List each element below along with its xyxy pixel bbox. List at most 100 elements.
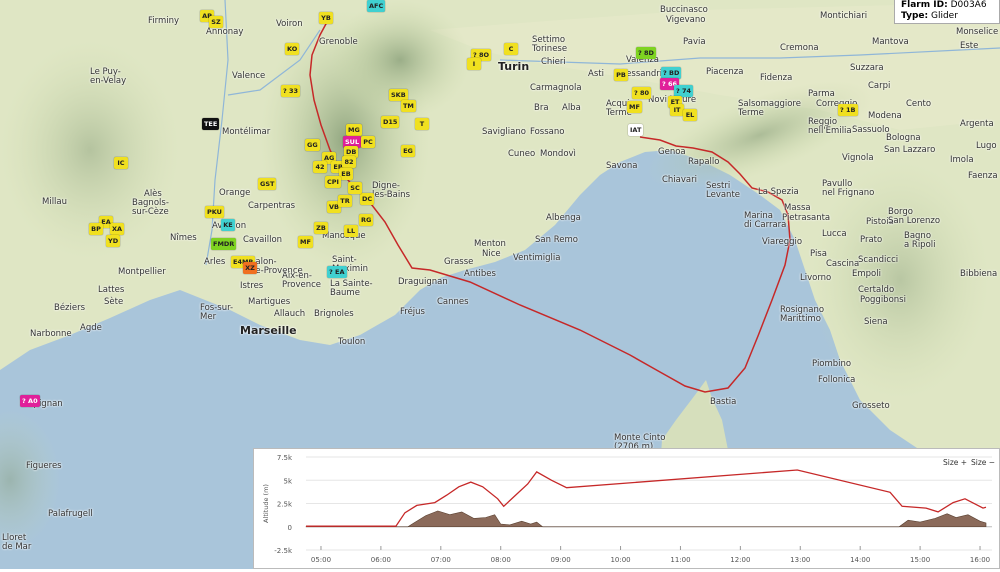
- city-label: Ventimiglia: [513, 253, 561, 263]
- aircraft-marker[interactable]: IT: [670, 104, 684, 116]
- aircraft-marker[interactable]: DC: [360, 193, 375, 205]
- aircraft-marker[interactable]: EG: [401, 145, 415, 157]
- aircraft-marker[interactable]: ? A0: [20, 395, 40, 407]
- city-label: Reggio nell'Emilia: [808, 117, 852, 136]
- aircraft-marker[interactable]: KO: [285, 43, 300, 55]
- city-label: Millau: [42, 197, 68, 207]
- city-label: Chiavari: [662, 175, 697, 185]
- city-label: Massa: [784, 203, 811, 213]
- aircraft-marker[interactable]: ? 80: [632, 87, 652, 99]
- city-label: Allauch: [274, 309, 306, 319]
- city-label: Bibbiena: [960, 269, 998, 279]
- aircraft-marker[interactable]: BP: [89, 223, 103, 235]
- city-label: Salsomaggiore Terme: [738, 99, 801, 118]
- aircraft-marker[interactable]: IC: [114, 157, 128, 169]
- city-label: Béziers: [54, 303, 86, 313]
- aircraft-marker[interactable]: SZ: [209, 16, 223, 28]
- city-label: Sète: [104, 297, 124, 307]
- city-label: Scandicci: [858, 255, 899, 265]
- city-label: San Lazzaro: [884, 145, 936, 155]
- y-tick-label: 7.5k: [277, 454, 293, 462]
- city-label: Marina di Carrara: [744, 211, 787, 230]
- aircraft-marker[interactable]: TR: [338, 195, 352, 207]
- city-label: Carpentras: [248, 201, 296, 211]
- city-label: Carpi: [868, 81, 891, 91]
- size-minus-button[interactable]: Size −: [971, 458, 995, 467]
- aircraft-marker[interactable]: TEE: [202, 118, 220, 130]
- city-label: Mondovì: [540, 149, 576, 159]
- aircraft-marker[interactable]: ? 33: [281, 85, 301, 97]
- altitude-chart-panel: Size + Size − 7.5k 5k 2.5k 0 -2.5k 05:00 06:00…: [253, 448, 1000, 569]
- aircraft-marker[interactable]: PB: [614, 69, 628, 81]
- aircraft-marker[interactable]: MF: [298, 236, 313, 248]
- aircraft-marker[interactable]: EB: [339, 168, 353, 180]
- flight-info-box: Flarm ID: D003A6 Type: Glider: [894, 0, 1000, 24]
- aircraft-marker[interactable]: KE: [221, 219, 235, 231]
- city-label: Cento: [906, 99, 932, 109]
- aircraft-marker[interactable]: MF: [627, 101, 642, 113]
- city-label: Rapallo: [688, 157, 720, 167]
- aircraft-marker[interactable]: YB: [319, 12, 333, 24]
- aircraft-marker[interactable]: 42: [313, 161, 327, 173]
- ground-elevation-area: [305, 510, 987, 528]
- aircraft-marker[interactable]: CPI: [325, 176, 341, 188]
- aircraft-marker[interactable]: 82: [342, 156, 356, 168]
- aircraft-marker[interactable]: EL: [683, 109, 697, 121]
- aircraft-marker[interactable]: I: [467, 58, 481, 70]
- city-label: Faenza: [968, 171, 998, 181]
- aircraft-marker[interactable]: RG: [359, 214, 374, 226]
- aircraft-marker[interactable]: XA: [110, 223, 125, 235]
- aircraft-marker[interactable]: ? EA: [327, 266, 347, 278]
- aircraft-marker[interactable]: GG: [305, 139, 320, 151]
- city-label: Fidenza: [760, 73, 793, 83]
- city-label: La Sainte- Baume: [330, 279, 373, 298]
- city-label: Genoa: [658, 147, 686, 157]
- city-label: Carmagnola: [530, 83, 582, 93]
- city-label: Bagnols- sur-Cèze: [132, 198, 169, 217]
- aircraft-marker[interactable]: ? 8D: [636, 47, 656, 59]
- city-label: Bologna: [886, 133, 921, 143]
- city-label: Nîmes: [170, 233, 197, 243]
- city-label: Sestri Levante: [706, 181, 741, 200]
- city-label: Monselice: [956, 27, 999, 37]
- aircraft-marker[interactable]: PKU: [205, 206, 224, 218]
- size-plus-button[interactable]: Size +: [943, 458, 967, 467]
- city-label: Parma: [808, 89, 835, 99]
- city-label: Grenoble: [319, 37, 358, 47]
- alps-relief-north: [330, 0, 470, 120]
- aircraft-marker[interactable]: YD: [106, 235, 121, 247]
- aircraft-marker[interactable]: D15: [381, 116, 400, 128]
- city-label: Lattes: [98, 285, 125, 295]
- city-label: Alba: [562, 103, 581, 113]
- type-value: Glider: [930, 11, 958, 21]
- x-tick-label: 12:00: [730, 556, 750, 564]
- city-label: Lugo: [976, 141, 997, 151]
- x-tick-label: 06:00: [371, 556, 391, 564]
- aircraft-marker[interactable]: GST: [258, 178, 277, 190]
- city-label: Brignoles: [314, 309, 354, 319]
- city-label: La Spezia: [758, 187, 799, 197]
- aircraft-marker[interactable]: T: [415, 118, 429, 130]
- city-label: Valence: [232, 71, 266, 81]
- aircraft-marker[interactable]: ZB: [314, 222, 328, 234]
- city-label: Cascina: [826, 259, 860, 269]
- aircraft-marker[interactable]: XZ: [243, 262, 257, 274]
- city-label: Martigues: [248, 297, 291, 307]
- aircraft-marker[interactable]: TM: [401, 100, 416, 112]
- aircraft-marker[interactable]: IAT: [628, 124, 644, 136]
- aircraft-marker[interactable]: C: [504, 43, 518, 55]
- city-label: Viareggio: [762, 237, 803, 247]
- aircraft-marker[interactable]: FMDR: [211, 238, 237, 250]
- city-label: Agde: [80, 323, 102, 333]
- aircraft-marker[interactable]: MG: [346, 124, 362, 136]
- aircraft-marker[interactable]: SC: [348, 182, 362, 194]
- city-label: Piacenza: [706, 67, 744, 77]
- aircraft-marker[interactable]: PC: [361, 136, 375, 148]
- aircraft-marker[interactable]: LL: [344, 225, 358, 237]
- aircraft-marker[interactable]: ? 1B: [838, 104, 858, 116]
- y-tick-label: -2.5k: [274, 547, 293, 555]
- city-label: San Remo: [535, 235, 578, 245]
- x-tick-label: 09:00: [551, 556, 571, 564]
- city-label: Chieri: [541, 57, 566, 67]
- aircraft-marker[interactable]: AFC: [367, 0, 386, 12]
